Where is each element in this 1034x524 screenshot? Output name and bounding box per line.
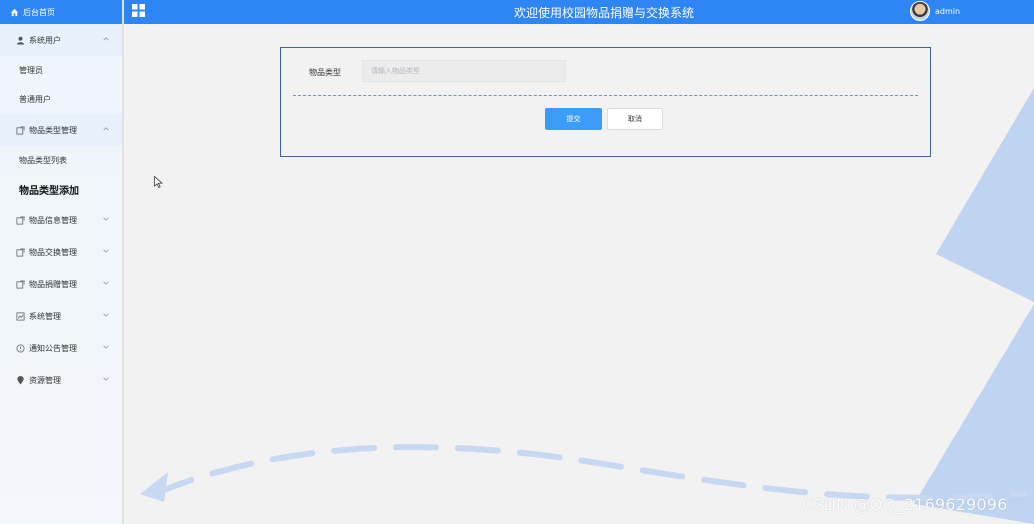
watermark: CSDN @QQ_2169629096 bbox=[802, 495, 1008, 514]
menu-item-exchange-management[interactable]: 物品交换管理 bbox=[0, 236, 122, 268]
home-icon bbox=[10, 8, 19, 16]
chevron-down-icon bbox=[103, 281, 109, 285]
menu-group-label: 通知公告管理 bbox=[29, 343, 77, 353]
submenu-item-type-add[interactable]: 物品类型添加 bbox=[0, 175, 122, 204]
chevron-down-icon bbox=[103, 217, 109, 221]
menu-system-users[interactable]: 系统用户 bbox=[0, 24, 122, 56]
menu-group-label: 系统用户 bbox=[29, 35, 61, 45]
sidebar-home-label: 后台首页 bbox=[23, 7, 55, 17]
username[interactable]: admin bbox=[935, 7, 960, 16]
submenu-item-normal-user[interactable]: 普通用户 bbox=[0, 85, 122, 114]
share-icon bbox=[16, 215, 25, 225]
chevron-up-icon bbox=[103, 127, 109, 131]
menu-item-type-management[interactable]: 物品类型管理 bbox=[0, 114, 122, 146]
form-divider bbox=[293, 95, 918, 96]
menu-group-label: 物品捐赠管理 bbox=[29, 279, 77, 289]
menu-group-label: 物品信息管理 bbox=[29, 215, 77, 225]
avatar[interactable] bbox=[910, 1, 930, 21]
top-header: 欢迎使用校园物品捐赠与交换系统 admin bbox=[124, 0, 1034, 24]
menu-item-donation-management[interactable]: 物品捐赠管理 bbox=[0, 268, 122, 300]
item-type-label: 物品类型 bbox=[309, 68, 341, 77]
sidebar: 后台首页 系统用户 管理员 普通用户 物品类型管理 物品类型列表 物品类型添加 … bbox=[0, 0, 124, 524]
cancel-button[interactable]: 取消 bbox=[607, 108, 663, 130]
chart-icon bbox=[16, 311, 25, 321]
menu-system-management[interactable]: 系统管理 bbox=[0, 300, 122, 332]
menu-group-label: 系统管理 bbox=[29, 311, 61, 321]
item-type-form: 物品类型 提交 取消 bbox=[280, 47, 931, 157]
menu-notice-management[interactable]: 通知公告管理 bbox=[0, 332, 122, 364]
pin-icon bbox=[17, 375, 24, 385]
menu-group-label: 物品类型管理 bbox=[29, 125, 77, 135]
page-title: 欢迎使用校园物品捐赠与交换系统 bbox=[513, 6, 694, 20]
menu-group-label: 资源管理 bbox=[29, 375, 61, 385]
share-icon bbox=[16, 279, 25, 289]
chevron-down-icon bbox=[103, 377, 109, 381]
submit-button[interactable]: 提交 bbox=[545, 108, 602, 130]
item-type-input[interactable] bbox=[362, 60, 566, 82]
chevron-down-icon bbox=[103, 345, 109, 349]
menu-group-label: 物品交换管理 bbox=[29, 247, 77, 257]
user-icon bbox=[16, 36, 25, 45]
share-icon bbox=[16, 125, 25, 135]
share-icon bbox=[16, 247, 25, 257]
mouse-cursor-icon bbox=[154, 176, 163, 188]
submenu-item-admin[interactable]: 管理员 bbox=[0, 56, 122, 85]
chevron-down-icon bbox=[103, 249, 109, 253]
info-icon bbox=[16, 343, 25, 353]
menu-resource-management[interactable]: 资源管理 bbox=[0, 364, 122, 396]
sidebar-home-link[interactable]: 后台首页 bbox=[0, 0, 122, 24]
chevron-down-icon bbox=[103, 313, 109, 317]
menu-item-info-management[interactable]: 物品信息管理 bbox=[0, 204, 122, 236]
chevron-up-icon bbox=[103, 37, 109, 41]
submenu-item-type-list[interactable]: 物品类型列表 bbox=[0, 146, 122, 175]
